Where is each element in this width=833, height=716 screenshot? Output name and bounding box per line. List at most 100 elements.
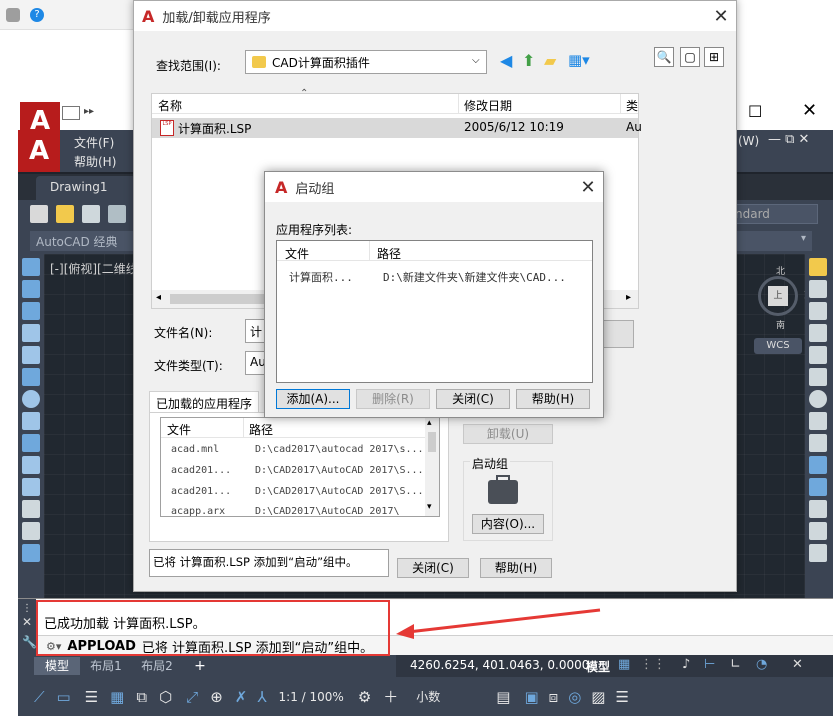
auto-scale-icon[interactable]: ⅄ xyxy=(257,688,266,706)
dlg2-close-button[interactable]: 关闭(C) xyxy=(436,389,510,409)
circle-icon[interactable] xyxy=(22,390,40,408)
polyline-icon[interactable] xyxy=(22,302,40,320)
scale-icon[interactable] xyxy=(809,412,827,430)
coordinate-readout[interactable]: 4260.6254, 401.0463, 0.0000 xyxy=(410,658,589,672)
polar-icon[interactable]: ◔ xyxy=(756,657,767,672)
tab-drawing1[interactable]: Drawing1 xyxy=(36,176,136,200)
cmd-customize-icon[interactable]: 🔧 xyxy=(22,635,37,649)
transparency-icon[interactable]: ☰ xyxy=(85,688,98,706)
loaded-row-file[interactable]: acapp.arx xyxy=(171,506,225,516)
wcs-menu[interactable]: WCS xyxy=(754,338,802,354)
polygon-icon[interactable] xyxy=(22,324,40,342)
new-folder-icon[interactable]: ▰ xyxy=(544,51,556,70)
construction-line-icon[interactable] xyxy=(22,280,40,298)
menu-help[interactable]: 帮助(H) xyxy=(74,153,116,170)
style-combo[interactable]: ndard xyxy=(726,204,818,224)
maximize-icon[interactable]: ☐ xyxy=(748,102,762,121)
startup-row-path[interactable]: D:\新建文件夹\新建文件夹\CAD... xyxy=(383,269,566,285)
arc-icon[interactable] xyxy=(22,368,40,386)
tab-model[interactable]: 模型 xyxy=(34,657,80,675)
loaded-row-file[interactable]: acad201... xyxy=(171,465,231,481)
tab-layout1[interactable]: 布局1 xyxy=(82,657,130,675)
workspace-switch-icon[interactable]: ⚙ xyxy=(358,688,371,706)
col-type[interactable]: 类 xyxy=(626,97,638,114)
rotate-icon[interactable] xyxy=(809,390,827,408)
find-icon[interactable]: 🔍 xyxy=(654,47,674,67)
osnap-icon[interactable]: ✕ xyxy=(792,657,803,672)
dlg2-help-button[interactable]: 帮助(H) xyxy=(516,389,590,409)
gizmo-icon[interactable]: ⊕ xyxy=(210,688,223,706)
loaded-row-file[interactable]: acad.mnl xyxy=(171,444,219,460)
loaded-row-file[interactable]: acad201... xyxy=(171,486,231,502)
snap-icon[interactable]: ⋮⋮ xyxy=(640,657,666,672)
find-folder-icon[interactable]: ▢ xyxy=(680,47,700,67)
views-menu-icon[interactable]: ▦▾ xyxy=(568,51,590,69)
scroll-down-icon[interactable]: ▾ xyxy=(427,502,432,512)
selection-cycling-icon[interactable]: ▦ xyxy=(110,688,124,706)
join-icon[interactable] xyxy=(809,522,827,540)
look-in-combo[interactable]: CAD计算面积插件 ⌵ xyxy=(245,50,487,74)
application-menu-icon[interactable]: A xyxy=(18,130,60,172)
loaded-row-path[interactable]: D:\CAD2017\AutoCAD 2017\S... xyxy=(255,465,424,481)
make-block-icon[interactable] xyxy=(22,522,40,540)
copy-icon[interactable] xyxy=(809,280,827,298)
break-icon[interactable] xyxy=(809,500,827,518)
startup-col-file[interactable]: 文件 xyxy=(285,245,309,262)
col-name[interactable]: 名称 xyxy=(158,97,182,114)
up-folder-icon[interactable]: ⬆ xyxy=(522,51,535,70)
quick-access-more-icon[interactable]: ▸▸ xyxy=(84,106,108,120)
loaded-row-path[interactable]: D:\CAD2017\AutoCAD 2017\ xyxy=(255,506,400,516)
loaded-col-file[interactable]: 文件 xyxy=(167,421,191,438)
lock-ui-icon[interactable]: ▣ xyxy=(524,688,538,706)
viewport-label[interactable]: [-][俯视][二维线 xyxy=(50,260,138,277)
ortho-icon[interactable]: ∟ xyxy=(730,657,741,672)
quick-properties-icon[interactable]: ▤ xyxy=(496,688,510,706)
doc-window-controls-icon[interactable]: — ⧉ ✕ xyxy=(768,132,809,147)
scroll-thumb[interactable] xyxy=(428,432,436,452)
startup-row-file[interactable]: 计算面积... xyxy=(289,269,353,285)
chamfer-icon[interactable] xyxy=(809,544,827,562)
filetype-combo[interactable]: Au xyxy=(245,351,266,375)
remove-button[interactable]: 删除(R) xyxy=(356,389,430,409)
units-combo[interactable]: 小数 xyxy=(416,688,486,705)
ellipse-arc-icon[interactable] xyxy=(22,478,40,496)
erase-icon[interactable] xyxy=(809,258,827,276)
clean-screen-icon[interactable]: ▨ xyxy=(591,688,605,706)
annotation-monitor-icon[interactable]: ＋ xyxy=(383,686,398,707)
customize-status-icon[interactable]: ☰ xyxy=(615,688,628,706)
dynamic-input-icon[interactable]: ⊢ xyxy=(704,657,715,672)
col-date[interactable]: 修改日期 xyxy=(464,97,512,114)
model-space-toggle[interactable]: 模型 xyxy=(586,658,610,675)
tab-loaded-apps[interactable]: 已加载的应用程序 xyxy=(149,391,259,413)
unload-button[interactable]: 卸载(U) xyxy=(463,424,553,444)
filename-input[interactable]: 计 xyxy=(245,319,265,343)
line-icon[interactable] xyxy=(22,258,40,276)
cmd-close-icon[interactable]: ✕ xyxy=(22,615,32,629)
dlg2-close-icon[interactable]: ✕ xyxy=(573,172,603,202)
rectangle-icon[interactable] xyxy=(22,346,40,364)
dlg1-close-button[interactable]: 关闭(C) xyxy=(397,558,469,578)
save-icon[interactable] xyxy=(82,205,100,223)
startup-app-list[interactable]: 文件 路径 计算面积... D:\新建文件夹\新建文件夹\CAD... xyxy=(276,240,593,383)
scroll-up-icon[interactable]: ▴ xyxy=(427,418,432,428)
dlg1-close-icon[interactable]: ✕ xyxy=(706,1,736,31)
startup-col-path[interactable]: 路径 xyxy=(377,245,401,262)
help-icon[interactable]: ? xyxy=(30,7,44,22)
file-row[interactable]: LSP 计算面积.LSP 2005/6/12 10:19 Au xyxy=(152,118,642,138)
loaded-col-path[interactable]: 路径 xyxy=(249,421,273,438)
loaded-apps-vscroll[interactable]: ▴ ▾ xyxy=(425,418,439,516)
trim-icon[interactable] xyxy=(809,456,827,474)
selection-filter-icon[interactable]: ⤢ xyxy=(186,688,198,706)
viewcube-top[interactable]: 上 xyxy=(768,286,788,306)
insert-block-icon[interactable] xyxy=(22,500,40,518)
new-file-icon[interactable] xyxy=(62,106,80,120)
dynamic-ucs-icon[interactable]: ⬡ xyxy=(159,688,172,706)
new-icon[interactable] xyxy=(30,205,48,223)
menu-window[interactable]: (W) xyxy=(738,134,759,148)
cmd-grip-icon[interactable]: ⋮ xyxy=(22,603,32,614)
workspace-combo[interactable]: AutoCAD 经典 xyxy=(30,231,135,251)
osnap-tracking-icon[interactable]: ⟋ xyxy=(34,688,45,706)
load-button-fragment[interactable] xyxy=(600,320,634,348)
extend-icon[interactable] xyxy=(809,478,827,496)
loaded-row-path[interactable]: D:\cad2017\autocad 2017\s... xyxy=(255,444,424,460)
